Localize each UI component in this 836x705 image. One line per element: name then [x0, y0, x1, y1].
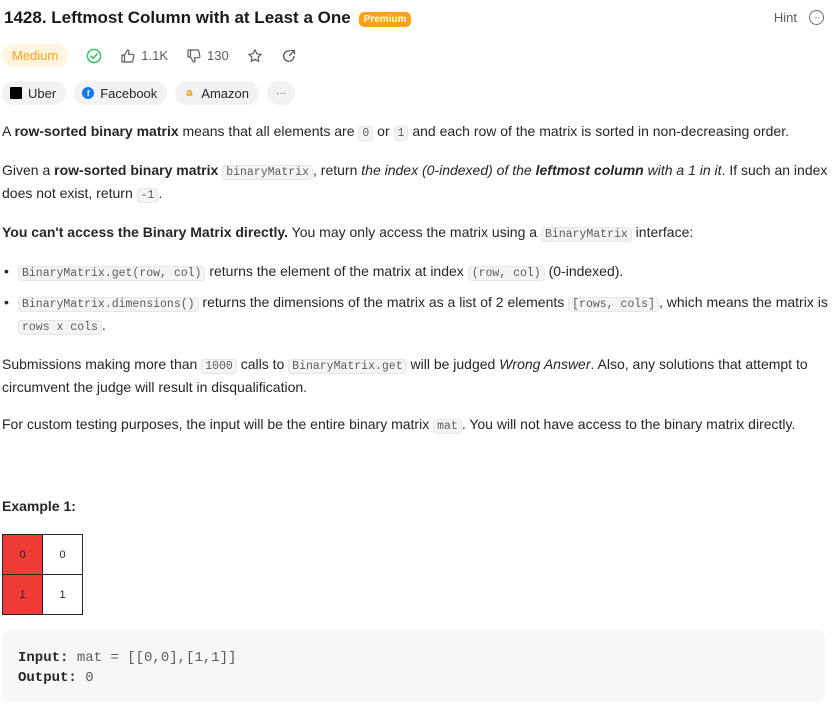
- check-circle-icon: [86, 48, 102, 63]
- example-matrix: 0 0 1 1: [2, 534, 83, 615]
- inline-code: (row, col): [467, 266, 545, 281]
- example-title: Example 1:: [2, 498, 76, 514]
- inline-code: 1000: [201, 359, 237, 374]
- company-name: Facebook: [100, 85, 158, 101]
- matrix-cell: 1: [42, 574, 83, 615]
- inline-code: -1: [136, 188, 159, 203]
- more-options-icon[interactable]: ···: [809, 10, 824, 25]
- example-input: Input: mat = [[0,0],[1,1]]: [18, 650, 237, 666]
- more-companies-button[interactable]: ···: [266, 81, 295, 105]
- company-name: Amazon: [201, 85, 249, 101]
- uber-logo-icon: [10, 87, 22, 99]
- matrix-row: 0 0: [2, 534, 83, 575]
- inline-code: binaryMatrix: [222, 165, 314, 180]
- favorite-button[interactable]: [247, 48, 263, 64]
- company-tag-facebook[interactable]: f Facebook: [74, 81, 168, 105]
- matrix-cell: 0: [42, 534, 83, 575]
- meta-row: Medium 1.1K 130: [2, 44, 297, 67]
- likes-count: 1.1K: [141, 48, 168, 63]
- example-output: Output: 0: [18, 670, 94, 686]
- inline-code: BinaryMatrix.dimensions(): [18, 297, 199, 312]
- matrix-cell: 0: [2, 534, 43, 575]
- problem-title[interactable]: 1428. Leftmost Column with at Least a On…: [4, 8, 351, 28]
- company-tag-amazon[interactable]: a Amazon: [175, 81, 259, 105]
- amazon-logo-icon: a: [186, 87, 193, 99]
- inline-code: [rows, cols]: [568, 297, 659, 312]
- list-item: BinaryMatrix.get(row, col) returns the e…: [2, 261, 828, 284]
- difficulty-badge: Medium: [2, 44, 69, 67]
- list-item: BinaryMatrix.dimensions() returns the di…: [2, 292, 828, 338]
- interface-list: BinaryMatrix.get(row, col) returns the e…: [2, 261, 828, 338]
- thumbs-down-icon: [187, 48, 201, 63]
- inline-code: mat: [433, 419, 462, 434]
- solved-status: [86, 48, 102, 64]
- inline-code: 1: [393, 126, 409, 141]
- company-tags: Uber f Facebook a Amazon ···: [2, 81, 295, 105]
- star-icon: [247, 48, 262, 62]
- inline-code: BinaryMatrix.get: [288, 359, 407, 374]
- hint-area: Hint ···: [774, 10, 824, 25]
- inline-code: rows x cols: [18, 320, 102, 335]
- dislike-button[interactable]: 130: [186, 48, 229, 64]
- inline-code: BinaryMatrix.get(row, col): [18, 266, 206, 281]
- inline-code: BinaryMatrix: [540, 227, 632, 242]
- share-button[interactable]: [281, 48, 297, 64]
- matrix-cell: 1: [2, 574, 43, 615]
- description-paragraph: Submissions making more than 1000 calls …: [2, 356, 808, 395]
- description-paragraph: A row-sorted binary matrix means that al…: [2, 123, 789, 141]
- hint-button[interactable]: Hint: [774, 10, 797, 25]
- company-name: Uber: [28, 85, 57, 101]
- problem-description: A row-sorted binary matrix means that al…: [2, 121, 828, 453]
- like-button[interactable]: 1.1K: [120, 48, 168, 64]
- description-paragraph: Given a row-sorted binary matrix binaryM…: [2, 162, 828, 203]
- facebook-logo-icon: f: [82, 87, 95, 99]
- inline-code: 0: [358, 126, 374, 141]
- example-io-block: Input: mat = [[0,0],[1,1]] Output: 0: [2, 630, 825, 702]
- premium-badge: Premium: [358, 11, 412, 27]
- thumbs-up-icon: [121, 48, 135, 63]
- share-icon: [282, 49, 295, 62]
- description-paragraph: You can't access the Binary Matrix direc…: [2, 224, 694, 242]
- description-paragraph: For custom testing purposes, the input w…: [2, 416, 796, 434]
- company-tag-uber[interactable]: Uber: [2, 81, 67, 105]
- title-row: 1428. Leftmost Column with at Least a On…: [4, 8, 412, 28]
- dislikes-count: 130: [207, 48, 229, 63]
- matrix-row: 1 1: [2, 574, 83, 615]
